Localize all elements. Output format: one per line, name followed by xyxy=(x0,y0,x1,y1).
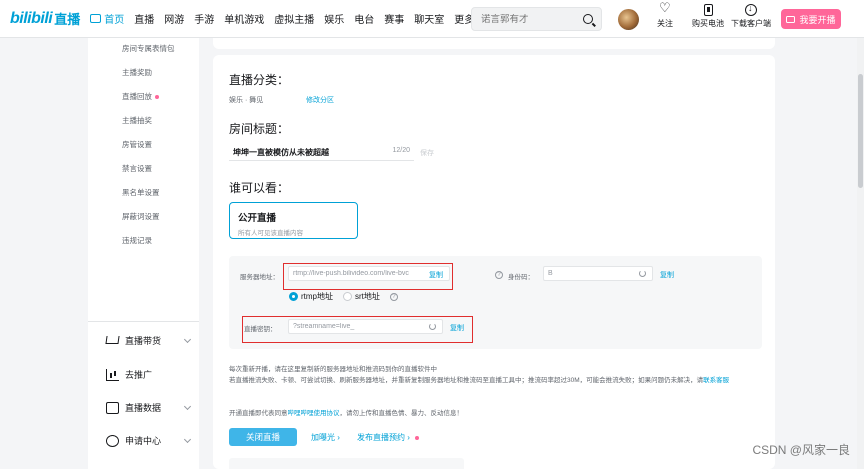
notice-agreement: 开通直播即代表同意哔哩哔哩使用协议，请勿上传和直播色情、暴力、反动信息！ xyxy=(229,410,463,417)
chevron-down-icon xyxy=(183,335,192,344)
public-live-title: 公开直播 xyxy=(238,213,277,224)
buy-battery-button[interactable]: 购买电池 xyxy=(692,4,724,29)
logo-mark: bilibili xyxy=(10,9,53,27)
next-section-peek xyxy=(229,458,464,469)
nav-mobile-games[interactable]: 手游 xyxy=(194,11,214,26)
camera-icon xyxy=(786,15,796,23)
nav-live[interactable]: 直播 xyxy=(134,11,154,26)
sidebar-item-violations[interactable]: 违规记录 xyxy=(122,235,152,246)
identity-code-field xyxy=(543,266,653,281)
sidebar-item-lottery[interactable]: 主播抽奖 xyxy=(122,115,152,126)
help-icon[interactable]: ? xyxy=(495,271,503,279)
avatar[interactable] xyxy=(618,9,639,30)
agreement-link[interactable]: 哔哩哔哩使用协议 xyxy=(288,410,340,417)
visibility-title: 谁可以看： xyxy=(229,181,290,195)
sidebar-divider xyxy=(88,321,199,322)
save-title-button[interactable]: 保存 xyxy=(420,148,434,158)
sidebar-item-room-managers[interactable]: 房管设置 xyxy=(122,139,152,150)
battery-icon xyxy=(703,4,713,16)
radio-srt[interactable] xyxy=(343,292,352,301)
room-title-field: 12/20 xyxy=(229,144,414,161)
protocol-selector: rtmp地址 srt地址 ? xyxy=(289,291,398,302)
sidebar-item-emoji-pack[interactable]: 房间专属表情包 xyxy=(122,43,175,54)
room-title-label: 房间标题： xyxy=(229,122,290,136)
search-box xyxy=(471,7,602,31)
sidebar-item-replay[interactable]: 直播回放 xyxy=(122,91,159,102)
refresh-icon[interactable] xyxy=(639,270,646,277)
scrollbar-thumb[interactable] xyxy=(858,74,863,188)
heart-icon xyxy=(659,1,671,16)
open-live-button[interactable]: 我要开播 xyxy=(781,9,841,29)
highlight-server-address xyxy=(283,263,453,290)
top-navigation: bilibili 直播 首页 直播 网游 手游 单机游戏 虚拟主播 娱乐 电台 … xyxy=(0,0,864,38)
contact-support-link[interactable]: 联系客服 xyxy=(703,377,729,384)
bar-chart-icon xyxy=(106,368,119,381)
public-live-desc: 所有人可见该直播内容 xyxy=(238,230,303,237)
new-dot xyxy=(415,435,420,440)
nav-radio[interactable]: 电台 xyxy=(354,11,374,26)
download-client-button[interactable]: 下载客户端 xyxy=(731,3,771,29)
nav-esports[interactable]: 赛事 xyxy=(384,11,404,26)
search-icon[interactable] xyxy=(583,14,593,24)
sidebar-group-promote[interactable]: 去推广 xyxy=(106,368,190,381)
category-title: 直播分类： xyxy=(229,73,290,87)
public-live-option[interactable]: 公开直播 所有人可见该直播内容 xyxy=(229,202,358,239)
nav-home[interactable]: 首页 xyxy=(90,11,124,26)
publish-schedule-link[interactable]: 发布直播预约 › xyxy=(357,432,420,443)
chevron-down-icon xyxy=(183,435,192,444)
main-nav: 首页 直播 网游 手游 单机游戏 虚拟主播 娱乐 电台 赛事 聊天室 更多 xyxy=(90,0,492,38)
apply-icon xyxy=(106,434,119,447)
title-char-count: 12/20 xyxy=(392,147,410,154)
live-settings-card: 直播分类： 娱乐 · 舞见 修改分区 房间标题： 12/20 保存 谁可以看： … xyxy=(213,55,775,469)
boost-exposure-link[interactable]: 加曝光 › xyxy=(311,432,340,443)
nav-virtual-streamers[interactable]: 虚拟主播 xyxy=(274,11,314,26)
identity-code-input[interactable] xyxy=(544,270,632,277)
identity-code-label: 身份码： xyxy=(508,274,534,281)
notice-restart: 每次重新开播，请在这里复制新的服务器地址和推流码到你的直播软件中 xyxy=(229,366,437,373)
copy-identity-code-button[interactable]: 复制 xyxy=(660,270,674,280)
sidebar-group-live-data[interactable]: 直播数据 xyxy=(106,401,192,414)
notice-troubleshoot: 若直播推流失败、卡顿、可尝试切换、刷新服务器地址，并重新复制服务器地址和推流码至… xyxy=(229,377,730,384)
nav-chatroom[interactable]: 聊天室 xyxy=(414,11,444,26)
sidebar-group-live-commerce[interactable]: 直播带货 xyxy=(105,334,192,347)
search-input[interactable] xyxy=(472,13,572,25)
tv-icon xyxy=(90,14,102,23)
bilibili-live-logo[interactable]: bilibili 直播 xyxy=(10,0,80,38)
watermark: CSDN @风家一良 xyxy=(752,443,850,457)
nav-single-player[interactable]: 单机游戏 xyxy=(224,11,264,26)
close-live-button[interactable]: 关闭直播 xyxy=(229,428,297,446)
follow-button[interactable]: 关注 xyxy=(657,1,673,29)
sidebar: 房间专属表情包 主播奖励 直播回放 主播抽奖 房管设置 禁言设置 黑名单设置 屏… xyxy=(88,38,199,469)
cart-icon xyxy=(105,335,120,344)
logo-live-text: 直播 xyxy=(54,12,81,27)
sidebar-item-mute[interactable]: 禁言设置 xyxy=(122,163,152,174)
edit-category-link[interactable]: 修改分区 xyxy=(306,95,334,105)
server-address-label: 服务器地址： xyxy=(240,274,279,281)
sidebar-item-rewards[interactable]: 主播奖励 xyxy=(122,67,152,78)
sidebar-item-blacklist[interactable]: 黑名单设置 xyxy=(122,187,160,198)
download-icon xyxy=(745,3,757,16)
chevron-down-icon xyxy=(183,402,192,411)
room-title-input[interactable] xyxy=(229,147,379,157)
category-value: 娱乐 · 舞见 xyxy=(229,97,264,104)
radio-rtmp[interactable] xyxy=(289,292,298,301)
help-icon[interactable]: ? xyxy=(389,292,398,301)
sidebar-item-blocked-words[interactable]: 屏蔽词设置 xyxy=(122,211,160,222)
nav-entertainment[interactable]: 娱乐 xyxy=(324,11,344,26)
previous-card xyxy=(213,38,775,49)
new-dot xyxy=(155,95,159,100)
nav-online-games[interactable]: 网游 xyxy=(164,11,184,26)
chart-icon xyxy=(106,401,119,414)
sidebar-group-apply-center[interactable]: 申请中心 xyxy=(106,434,192,447)
highlight-stream-key xyxy=(242,316,473,343)
